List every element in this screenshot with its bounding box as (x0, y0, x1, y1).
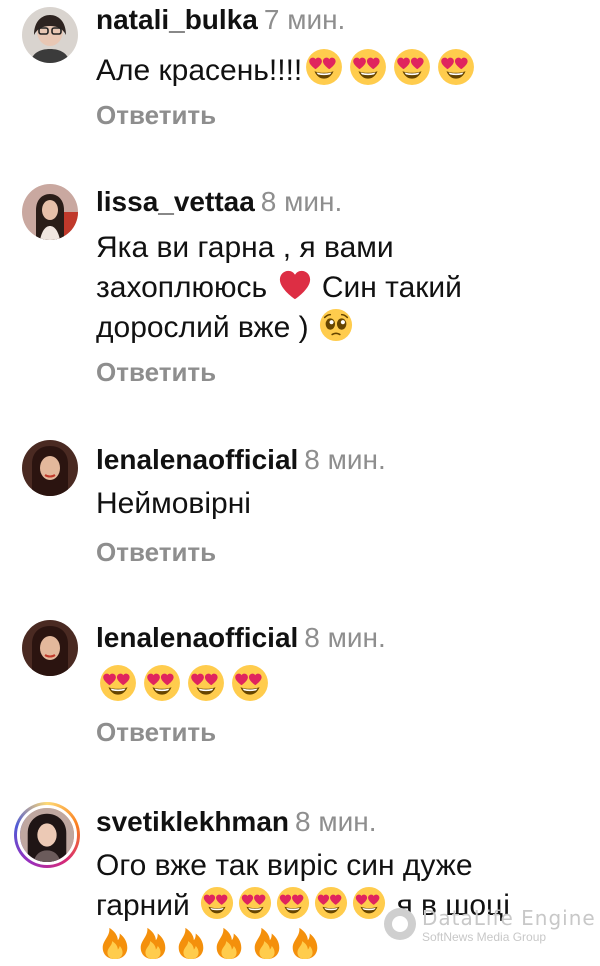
avatar[interactable] (22, 440, 78, 496)
comment-text-part: дорослий вже ) (96, 311, 309, 344)
fire-icon (174, 926, 208, 960)
watermark: DataLife Engine SoftNews Media Group (384, 904, 596, 952)
pleading-face-icon (319, 308, 353, 342)
heart-eyes-icon (349, 48, 387, 86)
heart-eyes-icon (393, 48, 431, 86)
username-link[interactable]: svetiklekhman (96, 806, 289, 837)
user-photo-icon (22, 440, 78, 496)
comment-text: Неймовірні (96, 487, 251, 520)
heart-eyes-icon (143, 664, 181, 702)
comment-time: 8 мин. (304, 444, 386, 475)
reply-button[interactable]: Ответить (96, 717, 216, 747)
comment-text-line: Ого вже так виріс син дуже (96, 849, 473, 882)
comment-text-line: дорослий вже ) (96, 308, 566, 348)
watermark-subtitle: SoftNews Media Group (422, 930, 547, 944)
fire-icon (98, 926, 132, 960)
reply-button[interactable]: Ответить (96, 537, 216, 567)
reply-button[interactable]: Ответить (96, 100, 216, 130)
comment-time: 8 мин. (260, 186, 343, 217)
comment-text-part: захоплююсь (96, 271, 268, 304)
avatar-story-ring[interactable] (14, 802, 80, 868)
avatar[interactable] (22, 184, 78, 240)
comment-text-part: Але красень!!!! (96, 54, 303, 87)
reply-button[interactable]: Ответить (96, 357, 216, 387)
comment-time: 8 мин. (295, 806, 377, 837)
username-link[interactable]: lissa_vettaa (96, 186, 255, 217)
comment-header: lissa_vettaa 8 мин. (96, 186, 342, 218)
heart-eyes-icon (276, 886, 310, 920)
user-photo-icon (20, 808, 74, 862)
fire-icon (212, 926, 246, 960)
comment-text-line: Яка ви гарна , я вами (96, 231, 394, 264)
watermark-title: DataLife Engine (422, 906, 596, 930)
avatar[interactable] (22, 620, 78, 676)
fire-icon (288, 926, 322, 960)
user-photo-icon (22, 184, 78, 240)
username-link[interactable]: lenalenaofficial (96, 444, 298, 475)
heart-eyes-icon (437, 48, 475, 86)
comment-text-line: захоплююсь Син такий (96, 268, 566, 308)
comment-text: Але красень!!!! (96, 48, 566, 91)
watermark-logo-icon (384, 908, 416, 940)
heart-eyes-icon (238, 886, 272, 920)
heart-eyes-icon (200, 886, 234, 920)
comment-text: Яка ви гарна , я вами захоплююсь Син так… (96, 228, 566, 348)
comment-header: lenalenaofficial 8 мин. (96, 622, 386, 654)
red-heart-icon (278, 268, 312, 302)
heart-eyes-icon (314, 886, 348, 920)
avatar[interactable] (22, 7, 78, 63)
username-link[interactable]: lenalenaofficial (96, 622, 298, 653)
heart-eyes-icon (99, 664, 137, 702)
user-photo-icon (22, 620, 78, 676)
comment-header: svetiklekhman 8 мин. (96, 806, 376, 838)
comment-time: 7 мин. (263, 4, 346, 35)
comment-text (96, 664, 566, 707)
comment-header: natali_bulka 7 мин. (96, 4, 345, 36)
heart-eyes-icon (187, 664, 225, 702)
fire-icon (250, 926, 284, 960)
avatar (17, 805, 77, 865)
heart-eyes-icon (305, 48, 343, 86)
comment-text-part: Син такий (313, 271, 462, 304)
heart-eyes-icon (231, 664, 269, 702)
user-photo-icon (22, 7, 78, 63)
comment-time: 8 мин. (304, 622, 386, 653)
fire-icon (136, 926, 170, 960)
heart-eyes-icon (352, 886, 386, 920)
comment-header: lenalenaofficial 8 мин. (96, 444, 386, 476)
username-link[interactable]: natali_bulka (96, 4, 258, 35)
comment-text-part: гарний (96, 889, 190, 922)
